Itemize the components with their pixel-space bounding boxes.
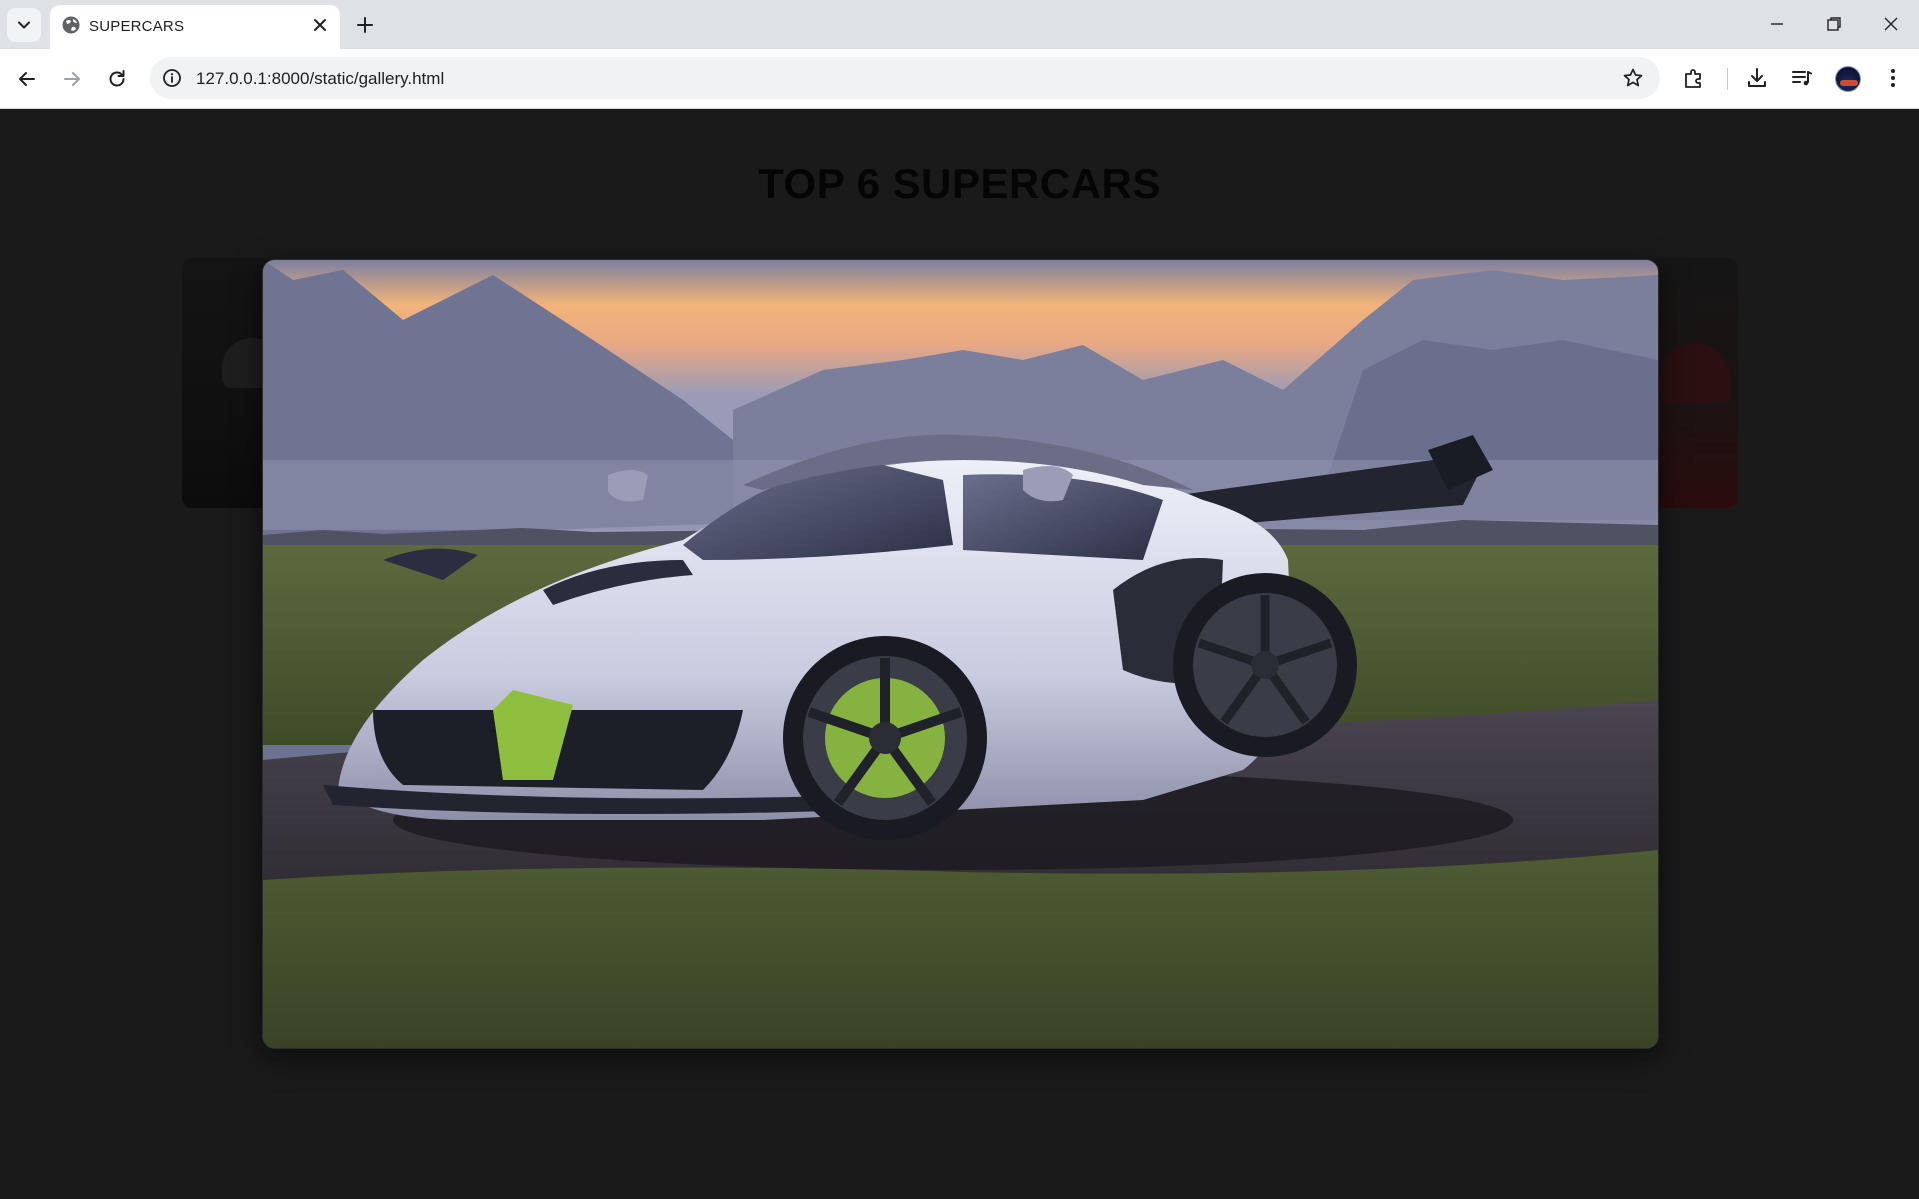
supercar-photo	[263, 260, 1658, 1048]
globe-icon	[62, 16, 80, 34]
plus-icon[interactable]	[353, 13, 377, 37]
tab-strip: SUPERCARS	[0, 0, 1919, 49]
gallery-card-previous	[182, 258, 272, 508]
forward-icon[interactable]	[59, 66, 85, 92]
restore-icon[interactable]	[1822, 12, 1846, 36]
tab-active[interactable]: SUPERCARS	[50, 5, 340, 49]
gallery-card-next	[1650, 258, 1738, 508]
info-icon[interactable]	[162, 68, 182, 88]
tab-title: SUPERCARS	[89, 18, 185, 35]
reload-icon[interactable]	[104, 66, 130, 92]
page-title: TOP 6 SUPERCARS	[758, 160, 1161, 207]
address-bar[interactable]: 127.0.0.1:8000/static/gallery.html	[150, 57, 1660, 99]
tab-search-button[interactable]	[7, 8, 41, 42]
browser-toolbar: 127.0.0.1:8000/static/gallery.html	[0, 49, 1919, 109]
tab-search-icon	[18, 21, 30, 29]
minimize-icon[interactable]	[1765, 12, 1789, 36]
download-icon[interactable]	[1744, 65, 1770, 91]
extensions-icon[interactable]	[1681, 65, 1707, 91]
window-close-icon[interactable]	[1879, 12, 1903, 36]
menu-icon[interactable]	[1880, 65, 1906, 91]
media-controls-icon[interactable]	[1789, 65, 1815, 91]
toolbar-divider	[1727, 68, 1728, 90]
gallery-page: TOP 6 SUPERCARS	[0, 109, 1919, 1199]
close-icon[interactable]	[310, 15, 330, 35]
back-icon[interactable]	[14, 66, 40, 92]
profile-avatar[interactable]	[1835, 66, 1861, 92]
url-text[interactable]: 127.0.0.1:8000/static/gallery.html	[196, 69, 444, 89]
lightbox-image[interactable]	[263, 260, 1658, 1048]
star-icon[interactable]	[1622, 67, 1644, 89]
